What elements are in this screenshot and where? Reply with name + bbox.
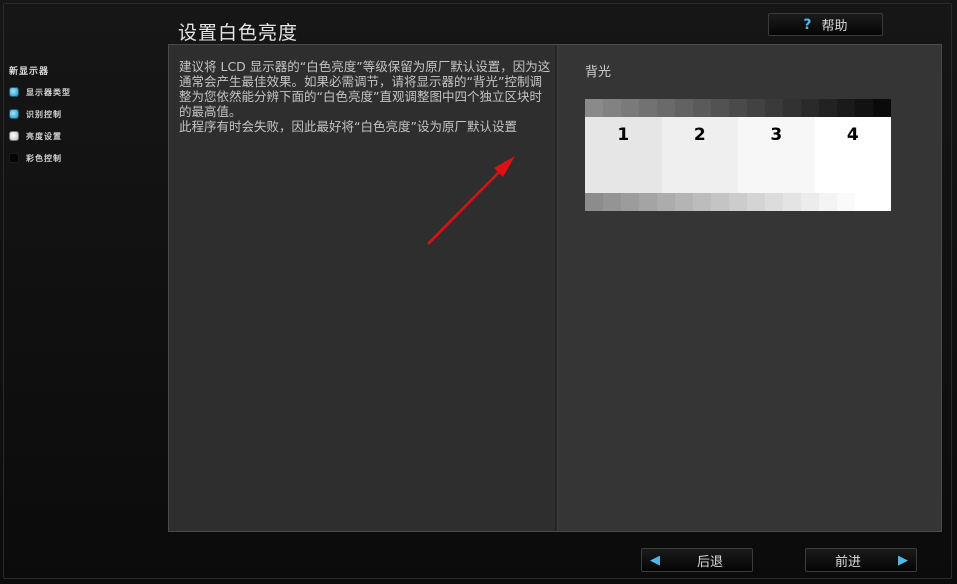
back-button[interactable]: ◀ 后退 [641,548,753,572]
gray-step [873,99,891,117]
help-label: 帮助 [821,19,848,34]
gray-step [603,99,621,117]
gray-step [675,99,693,117]
sidebar-item-brightness[interactable]: 亮度设置 [9,128,159,144]
gray-step [729,99,747,117]
gray-step [603,193,621,211]
brightness-block-3: 3 [738,117,815,193]
next-label: 前进 [834,554,861,570]
gray-step [693,193,711,211]
sidebar-item-label: 显示器类型 [26,87,71,97]
gray-step [801,99,819,117]
gray-step [747,99,765,117]
gray-step [585,99,603,117]
page-title: 设置白色亮度 [178,22,299,44]
gray-step [819,193,837,211]
next-button[interactable]: 前进 ▶ [805,548,917,572]
white-brightness-test-pattern: 1 2 3 4 [585,99,891,211]
sidebar-title: 新显示器 [9,67,50,77]
brightness-preview-pane: 背光 1 2 3 4 [558,45,941,531]
gray-step [837,193,855,211]
gray-step [621,193,639,211]
gray-step [837,99,855,117]
wizard-window: 新显示器 显示器类型 识别控制 亮度设置 彩色控制 设置白色亮度 ? 帮助 建议… [0,0,957,584]
gray-step [747,193,765,211]
gray-step [693,99,711,117]
grayscale-strip-light [585,193,891,211]
sidebar-item-label: 识别控制 [26,109,62,119]
sidebar-item-identify-controls[interactable]: 识别控制 [9,106,159,122]
gray-step [711,99,729,117]
instructions-paragraph: 建议将 LCD 显示器的“白色亮度”等级保留为原厂默认设置，因为这通常会产生最佳… [179,59,551,119]
gray-step [783,99,801,117]
main-panel: 建议将 LCD 显示器的“白色亮度”等级保留为原厂默认设置，因为这通常会产生最佳… [168,44,942,532]
gray-step [873,193,891,211]
brightness-block-1: 1 [585,117,662,193]
brightness-block-2: 2 [661,117,738,193]
instructions-text: 建议将 LCD 显示器的“白色亮度”等级保留为原厂默认设置，因为这通常会产生最佳… [179,59,551,134]
brightness-blocks: 1 2 3 4 [585,117,891,193]
gray-step [675,193,693,211]
gray-step [855,193,873,211]
gray-step [765,99,783,117]
step-pending-icon [9,153,19,163]
gray-step [657,193,675,211]
gray-step [855,99,873,117]
question-mark-icon: ? [803,16,812,33]
arrow-left-icon: ◀ [650,552,660,568]
step-done-icon [9,109,19,119]
brightness-block-4: 4 [814,117,891,193]
gray-step [783,193,801,211]
gray-step [729,193,747,211]
gray-step [765,193,783,211]
sidebar-item-label: 亮度设置 [26,131,62,141]
gray-step [801,193,819,211]
step-current-icon [9,131,19,141]
gray-step [657,99,675,117]
gray-step [711,193,729,211]
gray-step [819,99,837,117]
arrow-right-icon: ▶ [898,552,908,568]
sidebar-item-label: 彩色控制 [26,153,62,163]
sidebar-item-monitor-type[interactable]: 显示器类型 [9,84,159,100]
back-label: 后退 [696,554,723,570]
gray-step [585,193,603,211]
instructions-paragraph: 此程序有时会失败，因此最好将“白色亮度”设为原厂默认设置 [179,119,517,134]
grayscale-strip-dark [585,99,891,117]
gray-step [621,99,639,117]
backlight-label: 背光 [585,65,612,80]
step-done-icon [9,87,19,97]
help-button[interactable]: ? 帮助 [768,13,883,36]
gray-step [639,99,657,117]
gray-step [639,193,657,211]
sidebar-item-color-controls[interactable]: 彩色控制 [9,150,159,166]
